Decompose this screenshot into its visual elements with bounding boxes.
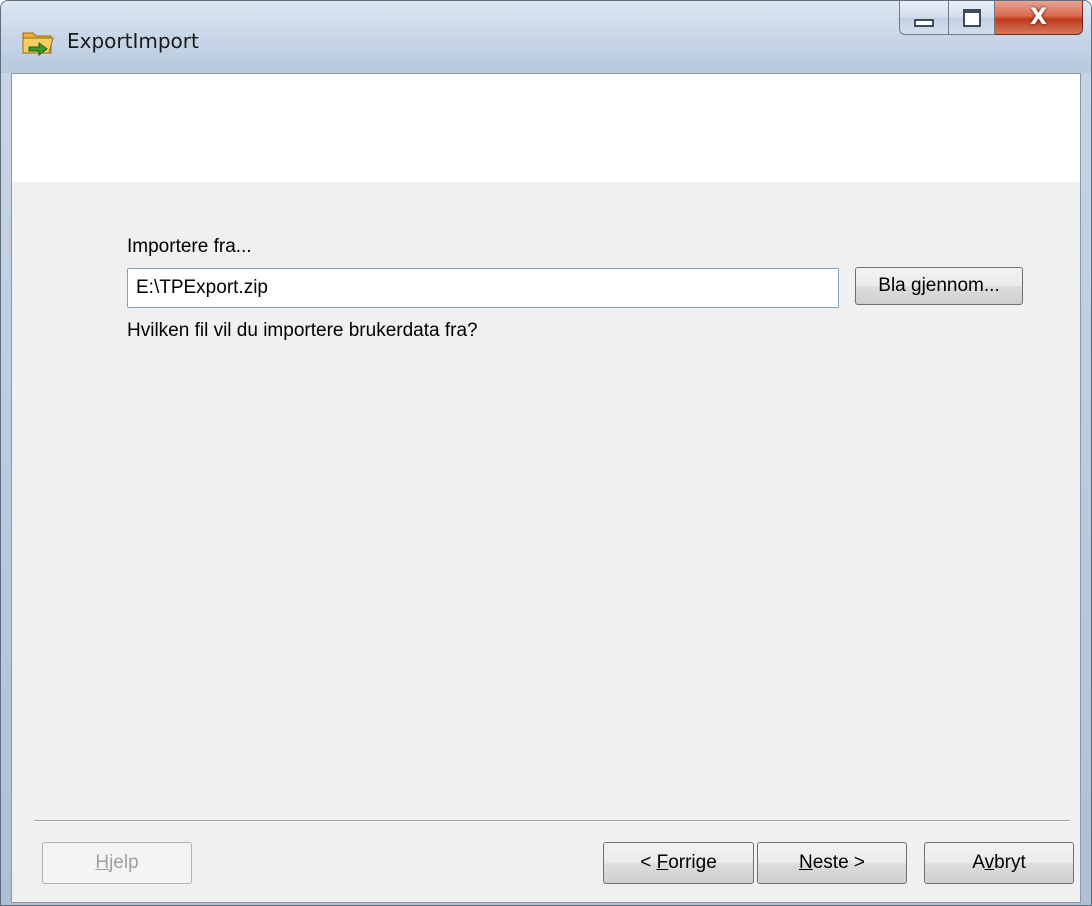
window-title: ExportImport: [67, 29, 199, 53]
browse-button[interactable]: Bla gjennom...: [855, 267, 1023, 305]
wizard-header-panel: [12, 74, 1080, 182]
wizard-client-area: Importere fra... Bla gjennom... Hvilken …: [11, 73, 1081, 903]
maximize-button[interactable]: [949, 1, 995, 35]
window-controls: X: [899, 1, 1083, 37]
minimize-icon: [914, 18, 934, 27]
cancel-button[interactable]: Avbryt: [924, 842, 1074, 884]
title-bar[interactable]: ExportImport X: [1, 1, 1091, 73]
cancel-button-label: Avbryt: [972, 852, 1026, 873]
footer-separator: [34, 820, 1070, 822]
help-button[interactable]: Hjelp: [42, 842, 192, 884]
import-from-label: Importere fra...: [127, 236, 252, 257]
import-hint-text: Hvilken fil vil du importere brukerdata …: [127, 320, 478, 341]
back-button-label: < Forrige: [640, 852, 717, 873]
help-button-label: Hjelp: [95, 852, 139, 873]
export-import-window: ExportImport X Importere fra... Bla gjen…: [0, 0, 1092, 906]
folder-arrow-icon: [21, 25, 55, 57]
next-button-label: Neste >: [798, 852, 866, 873]
next-button[interactable]: Neste >: [757, 842, 907, 884]
browse-button-label: Bla gjennom...: [878, 275, 1000, 296]
close-icon: X: [1030, 5, 1047, 30]
maximize-icon: [962, 8, 981, 27]
minimize-button[interactable]: [899, 1, 949, 35]
import-path-input[interactable]: [127, 268, 839, 308]
back-button[interactable]: < Forrige: [603, 842, 754, 884]
close-button[interactable]: X: [995, 1, 1083, 35]
